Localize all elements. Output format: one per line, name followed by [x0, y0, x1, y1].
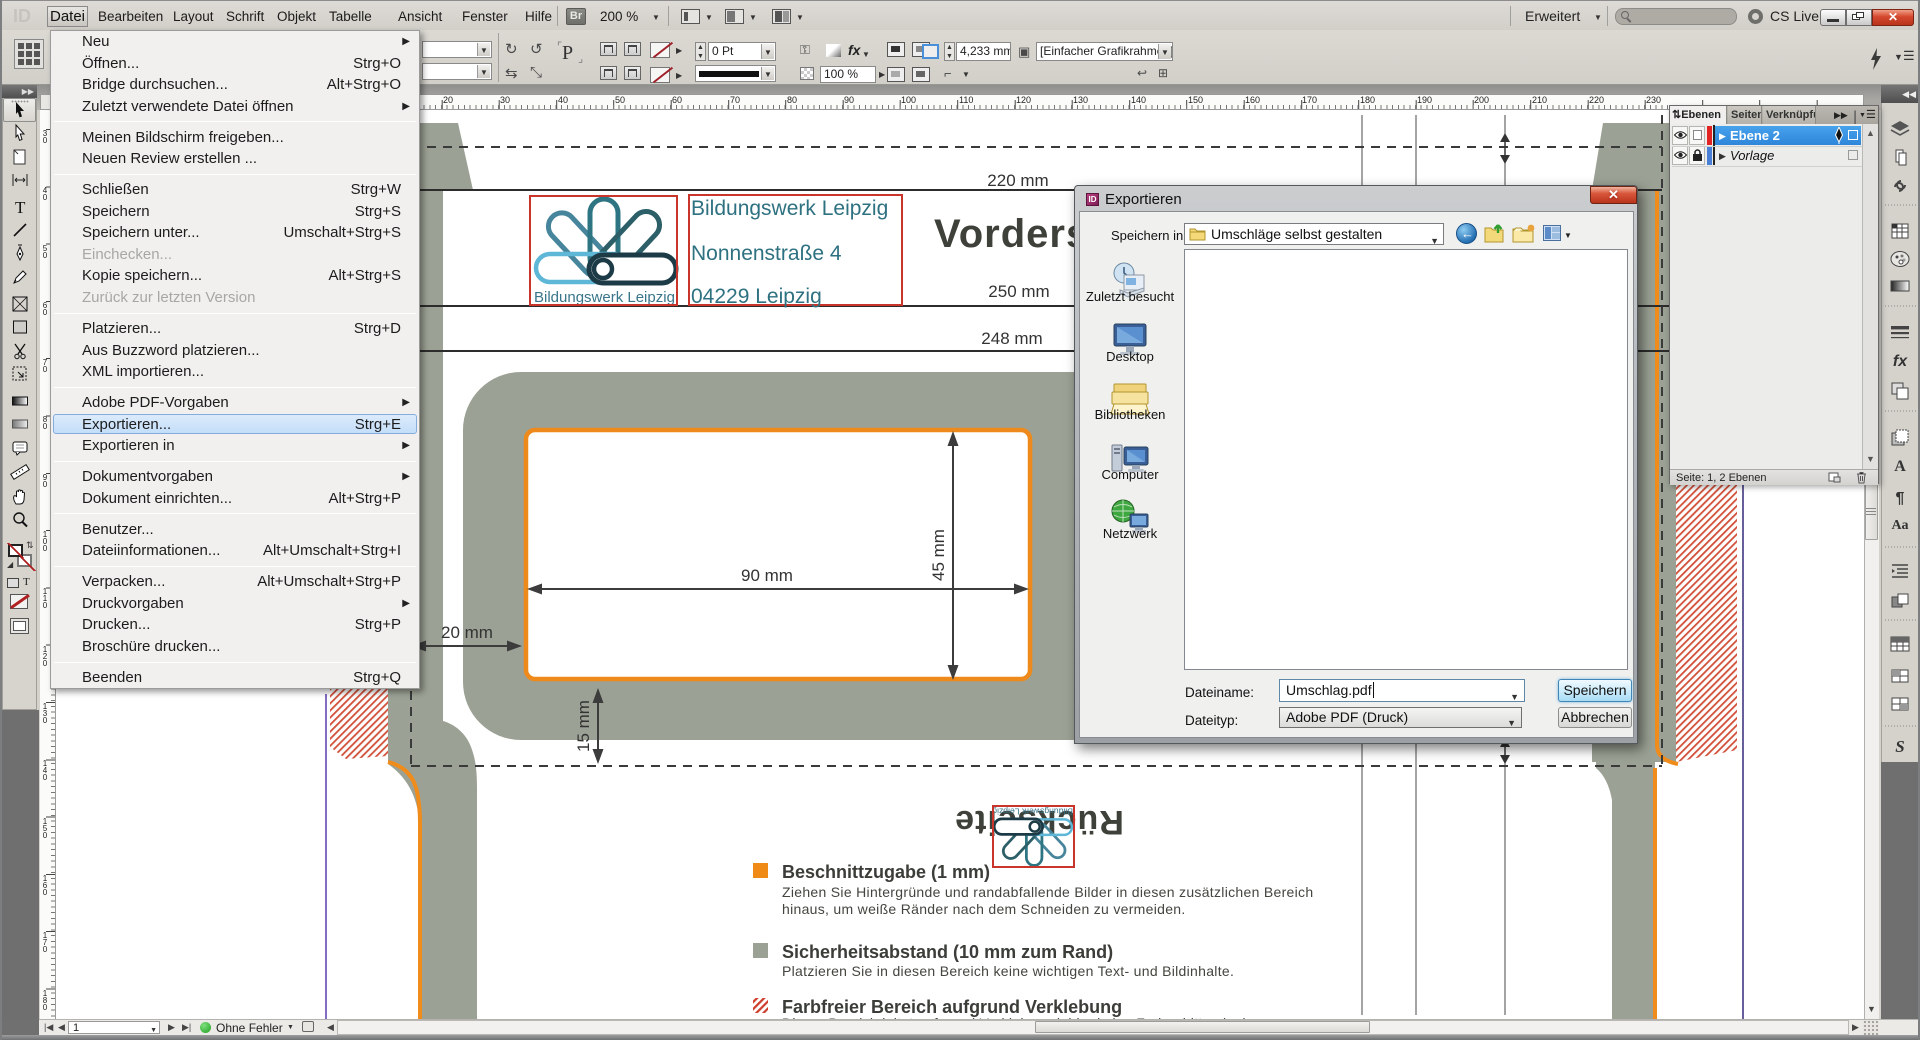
svg-text:250 mm: 250 mm	[988, 282, 1049, 301]
svg-text:90 mm: 90 mm	[741, 566, 793, 585]
svg-text:Ziehen Sie Hintergründe und ra: Ziehen Sie Hintergründe und randabfallen…	[782, 884, 1313, 900]
svg-text:Nonnenstraße 4: Nonnenstraße 4	[691, 242, 842, 265]
svg-text:T: T	[15, 198, 26, 217]
svg-text:20 mm: 20 mm	[441, 623, 493, 642]
svg-text:Beschnittzugabe (1 mm): Beschnittzugabe (1 mm)	[782, 862, 990, 882]
svg-text:Sicherheitsabstand (10 mm zum: Sicherheitsabstand (10 mm zum Rand)	[782, 942, 1113, 962]
svg-text:248 mm: 248 mm	[981, 329, 1042, 348]
svg-text:15 mm: 15 mm	[574, 700, 593, 752]
svg-text:Bildungswerk Leipzig: Bildungswerk Leipzig	[691, 197, 888, 220]
svg-text:Platzieren Sie in diesen Berei: Platzieren Sie in diesen Bereich keine w…	[782, 963, 1234, 979]
svg-text:hinaus, um weiße Ränder nach d: hinaus, um weiße Ränder nach dem Schneid…	[782, 901, 1186, 917]
svg-text:Farbfreier Bereich aufgrund Ve: Farbfreier Bereich aufgrund Verklebung	[782, 997, 1122, 1017]
svg-text:04229 Leipzig: 04229 Leipzig	[691, 285, 822, 308]
svg-text:45 mm: 45 mm	[929, 529, 948, 581]
svg-text:Bildungswerk Leipzig: Bildungswerk Leipzig	[992, 806, 1073, 816]
svg-text:220 mm: 220 mm	[987, 171, 1048, 190]
svg-text:Bildungswerk Leipzig: Bildungswerk Leipzig	[534, 289, 675, 306]
